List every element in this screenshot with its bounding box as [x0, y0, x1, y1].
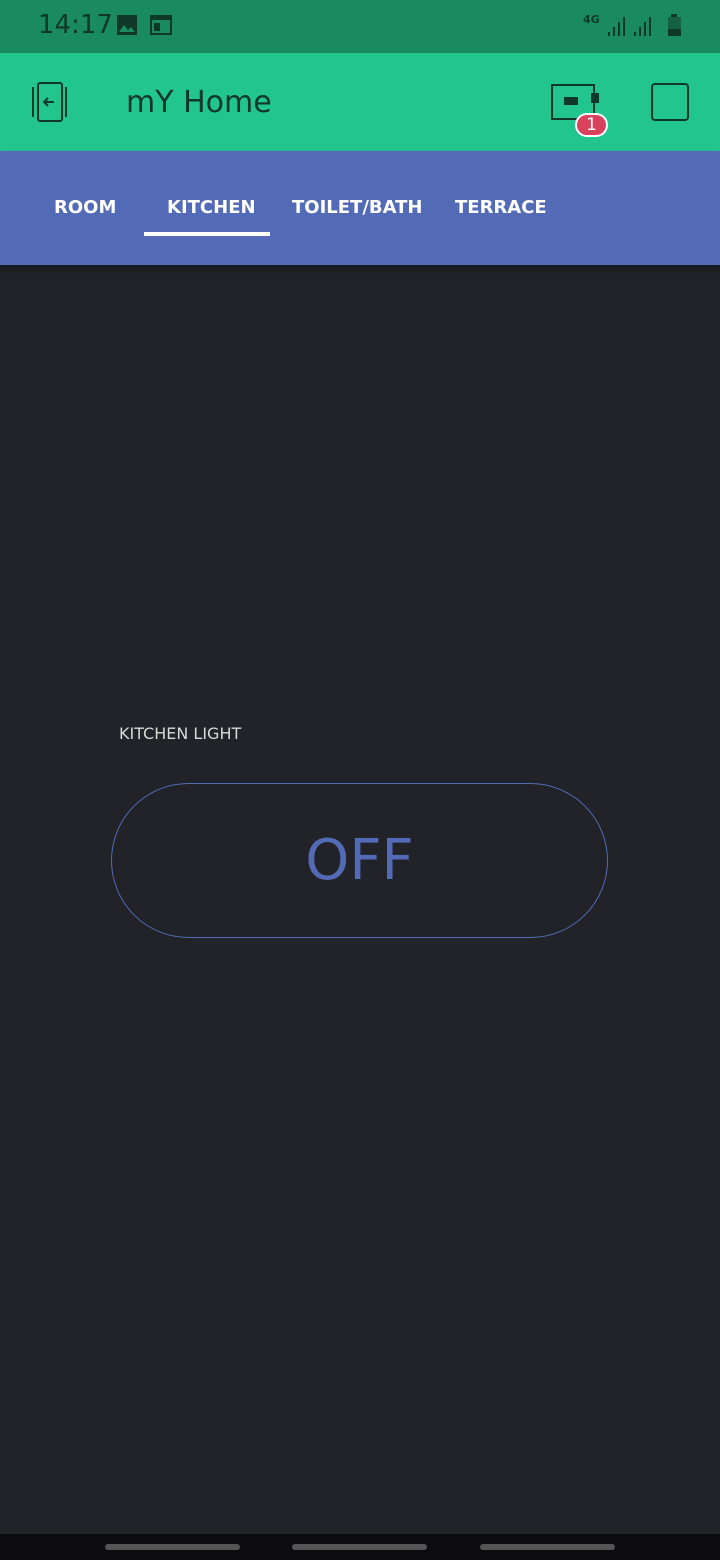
widget-label: KITCHEN LIGHT — [119, 724, 242, 743]
signal-icon — [608, 17, 651, 36]
status-bar: 14:17 4G — [0, 0, 720, 53]
tab-toilet-bath[interactable]: TOILET/BATH — [292, 197, 423, 218]
image-notification-icon — [117, 15, 137, 35]
calendar-notification-icon — [150, 15, 172, 35]
app-title: mY Home — [126, 85, 272, 120]
exit-icon[interactable] — [28, 81, 72, 123]
kitchen-light-toggle-button[interactable]: OFF — [111, 783, 608, 938]
tab-room[interactable]: ROOM — [54, 197, 116, 218]
tab-terrace[interactable]: TERRACE — [455, 197, 547, 218]
nav-handle-left[interactable] — [105, 1544, 240, 1550]
status-time: 14:17 — [38, 10, 113, 40]
tab-bar: ROOM KITCHEN TOILET/BATH TERRACE — [0, 151, 720, 265]
battery-icon — [668, 14, 681, 36]
nav-handle-right[interactable] — [480, 1544, 615, 1550]
square-icon[interactable] — [650, 82, 692, 124]
navigation-bar — [0, 1534, 720, 1560]
notification-badge: 1 — [575, 113, 608, 137]
active-tab-indicator — [144, 232, 270, 236]
network-type-label: 4G — [583, 13, 600, 26]
nav-handle-center[interactable] — [292, 1544, 427, 1550]
app-bar: mY Home — [0, 53, 720, 151]
button-state-label: OFF — [305, 828, 414, 893]
tab-kitchen[interactable]: KITCHEN — [167, 197, 256, 218]
